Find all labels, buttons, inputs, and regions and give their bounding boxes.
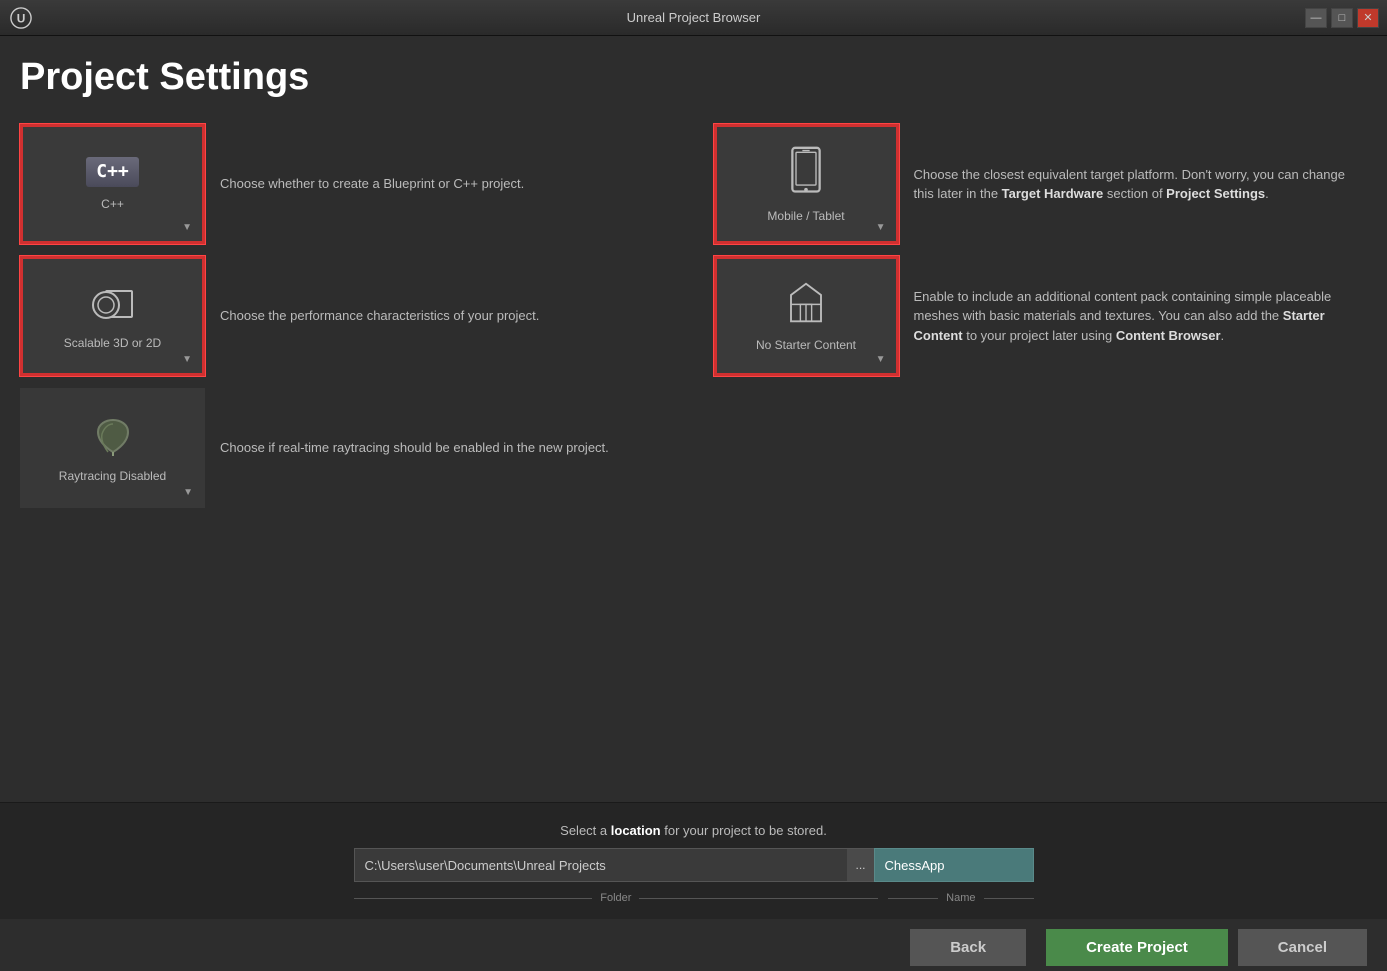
cpp-dropdown-arrow[interactable]: ▼ bbox=[182, 222, 192, 233]
cpp-icon-label: C++ bbox=[86, 157, 139, 187]
cpp-label: C++ bbox=[101, 197, 124, 211]
folder-sep-line-right bbox=[639, 898, 878, 899]
button-row: Back Create Project Cancel bbox=[0, 919, 1387, 971]
raytracing-label: Raytracing Disabled bbox=[59, 469, 166, 483]
settings-grid: C++ C++ ▼ Choose whether to create a Blu… bbox=[20, 124, 1367, 508]
location-label: Select a location for your project to be… bbox=[560, 823, 827, 838]
spacer bbox=[0, 518, 1387, 802]
raytracing-tile[interactable]: Raytracing Disabled ▼ bbox=[20, 388, 205, 508]
name-sep-line-left bbox=[888, 898, 938, 899]
folder-path-input[interactable] bbox=[354, 848, 848, 882]
scalable-icon bbox=[88, 283, 138, 330]
raytracing-icon bbox=[88, 414, 138, 463]
content-icon bbox=[786, 280, 826, 332]
bottom-section: Select a location for your project to be… bbox=[0, 802, 1387, 919]
setting-row-raytracing: Raytracing Disabled ▼ Choose if real-tim… bbox=[20, 388, 674, 508]
folder-label: Folder bbox=[592, 892, 639, 904]
scalable-label: Scalable 3D or 2D bbox=[64, 336, 161, 350]
close-button[interactable]: ✕ bbox=[1357, 8, 1379, 28]
minimize-button[interactable]: — bbox=[1305, 8, 1327, 28]
path-row: ... bbox=[354, 848, 1034, 882]
content-area: C++ C++ ▼ Choose whether to create a Blu… bbox=[0, 114, 1387, 518]
title-bar-text: Unreal Project Browser bbox=[627, 10, 761, 25]
back-button[interactable]: Back bbox=[910, 929, 1026, 966]
scalable-tile[interactable]: Scalable 3D or 2D ▼ bbox=[20, 256, 205, 376]
browse-button[interactable]: ... bbox=[847, 848, 873, 882]
mobile-label: Mobile / Tablet bbox=[767, 209, 844, 223]
cancel-button[interactable]: Cancel bbox=[1238, 929, 1367, 966]
content-description: Enable to include an additional content … bbox=[914, 287, 1368, 346]
raytracing-description: Choose if real-time raytracing should be… bbox=[220, 438, 674, 458]
title-bar-controls: — □ ✕ bbox=[1305, 8, 1379, 28]
project-name-input[interactable] bbox=[874, 848, 1034, 882]
mobile-icon bbox=[786, 146, 826, 203]
cpp-tile[interactable]: C++ C++ ▼ bbox=[20, 124, 205, 244]
header: Project Settings bbox=[0, 36, 1387, 114]
mobile-description: Choose the closest equivalent target pla… bbox=[914, 165, 1368, 204]
content-dropdown-arrow[interactable]: ▼ bbox=[876, 354, 886, 365]
name-label: Name bbox=[938, 892, 983, 904]
mobile-dropdown-arrow[interactable]: ▼ bbox=[876, 222, 886, 233]
page-title: Project Settings bbox=[20, 56, 1367, 99]
main-window: Project Settings C++ C++ ▼ Choose whethe… bbox=[0, 36, 1387, 971]
ue-logo: U bbox=[10, 7, 32, 29]
field-separator: Folder Name bbox=[354, 892, 1034, 904]
content-tile[interactable]: No Starter Content ▼ bbox=[714, 256, 899, 376]
raytracing-dropdown-arrow[interactable]: ▼ bbox=[183, 487, 193, 498]
btn-group-right: Create Project Cancel bbox=[1046, 929, 1367, 966]
content-label: No Starter Content bbox=[756, 338, 856, 352]
title-bar: U Unreal Project Browser — □ ✕ bbox=[0, 0, 1387, 36]
setting-row-scalable: Scalable 3D or 2D ▼ Choose the performan… bbox=[20, 256, 674, 376]
cpp-description: Choose whether to create a Blueprint or … bbox=[220, 174, 674, 194]
mobile-tile[interactable]: Mobile / Tablet ▼ bbox=[714, 124, 899, 244]
setting-row-mobile: Mobile / Tablet ▼ Choose the closest equ… bbox=[714, 124, 1368, 244]
folder-sep-line-left bbox=[354, 898, 593, 899]
create-project-button[interactable]: Create Project bbox=[1046, 929, 1228, 966]
name-sep-line-right bbox=[984, 898, 1034, 899]
scalable-dropdown-arrow[interactable]: ▼ bbox=[182, 354, 192, 365]
maximize-button[interactable]: □ bbox=[1331, 8, 1353, 28]
svg-text:U: U bbox=[17, 11, 26, 25]
scalable-description: Choose the performance characteristics o… bbox=[220, 306, 674, 326]
setting-row-content: No Starter Content ▼ Enable to include a… bbox=[714, 256, 1368, 376]
cpp-icon: C++ bbox=[86, 157, 139, 191]
setting-row-cpp: C++ C++ ▼ Choose whether to create a Blu… bbox=[20, 124, 674, 244]
